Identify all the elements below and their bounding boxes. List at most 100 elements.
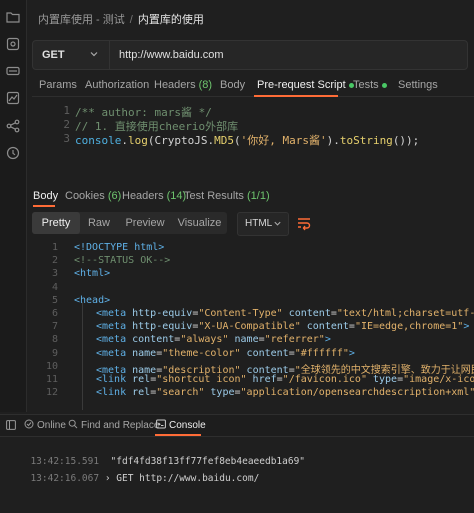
code-token: <link [96, 387, 133, 399]
code-token: "image/x-icon" [403, 374, 474, 385]
code-token: href [246, 374, 277, 385]
code-token: content [300, 321, 349, 333]
code-token: "referrer" [264, 334, 325, 346]
resp-tab-headers[interactable]: Headers (14) [122, 190, 186, 202]
response-line: <!DOCTYPE html> [74, 242, 164, 253]
online-icon [24, 419, 34, 429]
indent-guide [82, 302, 83, 410]
code-token: content [240, 347, 289, 359]
tab-pre-request-script[interactable]: Pre-request Script [257, 79, 354, 91]
url-bar: GET http://www.baidu.com [32, 40, 468, 70]
resp-tab-body[interactable]: Body [33, 190, 58, 202]
url-input[interactable]: http://www.baidu.com [119, 49, 224, 61]
view-preview[interactable]: Preview [120, 212, 170, 234]
bottom-console[interactable]: Console [156, 419, 206, 431]
console-active-underline [155, 434, 201, 436]
resp-tab-test-results[interactable]: Test Results (1/1) [184, 190, 270, 202]
method-select[interactable]: GET [33, 41, 110, 69]
code-token: "theme-color" [162, 347, 241, 359]
response-line: <head> [74, 295, 110, 306]
response-line: <!--STATUS OK--> [74, 255, 170, 266]
code-token: ( [233, 134, 241, 147]
code-token: content [282, 308, 331, 319]
line-number: 10 [45, 360, 58, 372]
flows-icon[interactable] [6, 119, 20, 133]
breadcrumb: 内置库使用 - 测试 / 内置库的使用 [38, 11, 204, 27]
line-number: 8 [51, 334, 58, 346]
console-line[interactable]: 13:42:16.067 › GET http://www.baidu.com/ [19, 462, 259, 484]
sidebar-toggle-icon[interactable] [6, 420, 16, 430]
code-token: rel [132, 387, 151, 399]
response-line: <meta http-equiv="Content-Type" content=… [96, 308, 474, 319]
line-number: 3 [51, 268, 58, 280]
line-number: 9 [51, 347, 58, 359]
tab-authorization[interactable]: Authorization [85, 79, 149, 91]
view-raw[interactable]: Raw [80, 212, 118, 234]
code-token: "IE=edge,chrome=1" [354, 321, 464, 333]
code-token: toString [339, 134, 393, 147]
code-token: "#ffffff" [294, 347, 349, 359]
response-line: <meta name="theme-color" content="#fffff… [96, 348, 355, 359]
code-token: "/favicon.ico" [282, 374, 367, 385]
response-line: <link rel="shortcut icon" href="/favicon… [96, 374, 474, 385]
code-token: '你好, Mars酱' [240, 134, 327, 147]
response-body[interactable]: 1 <!DOCTYPE html> 2 <!--STATUS OK--> 3 <html>… [32, 240, 474, 410]
line-number: 3 [63, 132, 70, 145]
environment-icon[interactable] [6, 64, 20, 78]
bottom-find-replace[interactable]: Find and Replace [68, 419, 159, 431]
code-token: console [75, 134, 122, 147]
code-token: (CryptoJS. [147, 134, 215, 147]
code-line: console.log(CryptoJS.MD5('你好, Mars酱').to… [75, 132, 419, 148]
language-select[interactable]: HTML [237, 212, 289, 236]
tab-headers[interactable]: Headers (8) [154, 79, 212, 91]
view-visualize[interactable]: Visualize [172, 212, 227, 234]
code-token: "X-UA-Compatible" [198, 321, 301, 333]
response-line: <link rel="search" type="application/ope… [96, 387, 474, 398]
history-icon[interactable] [6, 146, 20, 160]
console-request: GET http://www.baidu.com/ [116, 473, 260, 484]
line-number: 4 [51, 281, 58, 293]
bottom-online[interactable]: Online [24, 419, 66, 431]
tests-dot-icon [381, 82, 387, 88]
code-token: MD5 [214, 134, 234, 147]
folder-icon[interactable] [6, 10, 20, 24]
code-token: ). [326, 134, 340, 147]
code-token: "always" [180, 334, 229, 346]
tab-tests[interactable]: Tests [353, 79, 387, 91]
language-label: HTML [245, 218, 273, 229]
code-token: "Content-Type" [198, 308, 283, 319]
code-token: <!--STATUS OK--> [74, 255, 171, 267]
method-label: GET [42, 49, 65, 61]
console-timestamp: 13:42:16.067 [30, 473, 100, 484]
breadcrumb-parent[interactable]: 内置库使用 - 测试 [38, 14, 125, 26]
monitor-icon[interactable] [6, 91, 20, 105]
script-editor[interactable]: 1/** author: mars酱 */2// 1. 直接使用cheerio外… [32, 100, 474, 182]
chevron-down-icon [90, 52, 98, 57]
code-token: <head> [74, 294, 111, 306]
code-token: "shortcut icon" [156, 374, 247, 385]
code-token: > [324, 334, 331, 346]
code-token: <meta [96, 347, 133, 359]
line-number: 5 [51, 294, 58, 306]
code-token: > [463, 321, 470, 333]
tab-body[interactable]: Body [220, 79, 245, 91]
code-token: type [366, 374, 398, 385]
chevron-down-icon [274, 221, 281, 226]
expand-arrow-icon[interactable]: › [105, 473, 111, 484]
code-token: rel [132, 374, 151, 385]
breadcrumb-separator: / [129, 14, 133, 26]
code-token: <meta [96, 334, 133, 346]
console-icon [156, 419, 166, 429]
resp-tab-cookies[interactable]: Cookies (6) [65, 190, 121, 202]
code-token: "search" [156, 387, 205, 399]
tab-settings[interactable]: Settings [398, 79, 438, 91]
tab-params[interactable]: Params [39, 79, 77, 91]
api-icon[interactable] [6, 37, 20, 51]
code-token: <link [96, 374, 133, 385]
code-token: "application/opensearchdescription+xml" [240, 387, 474, 399]
code-token: ()); [392, 134, 420, 147]
code-token: <html> [74, 268, 111, 280]
view-pretty[interactable]: Pretty [32, 212, 80, 234]
code-token: content [132, 334, 175, 346]
wrap-lines-icon[interactable] [294, 213, 314, 233]
